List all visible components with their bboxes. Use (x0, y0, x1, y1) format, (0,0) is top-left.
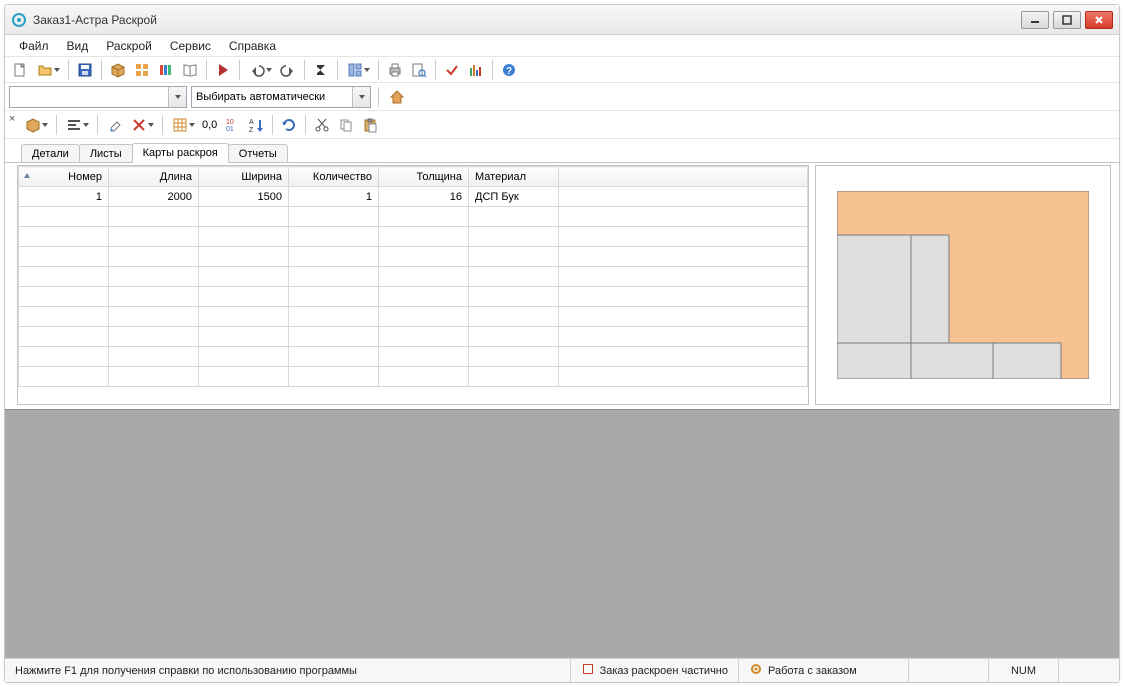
svg-text:10: 10 (226, 119, 234, 126)
sigma-icon[interactable] (310, 59, 332, 81)
svg-text:?: ? (506, 66, 512, 77)
col-length[interactable]: Длина (109, 167, 199, 187)
title-bar: Заказ1-Астра Раскрой (5, 5, 1119, 35)
open-icon[interactable] (33, 59, 63, 81)
close-button[interactable] (1085, 11, 1113, 29)
grid-icon[interactable] (131, 59, 153, 81)
app-icon (11, 12, 27, 28)
bars-icon[interactable] (465, 59, 487, 81)
tab-details[interactable]: Детали (21, 144, 80, 163)
table-row (19, 327, 808, 347)
table-row (19, 247, 808, 267)
col-thickness[interactable]: Толщина (379, 167, 469, 187)
status-cutting: Заказ раскроен частично (571, 659, 739, 682)
main-toolbar: ? (5, 57, 1119, 83)
redo-icon[interactable] (277, 59, 299, 81)
copy-icon[interactable] (335, 114, 357, 136)
svg-text:A: A (249, 119, 254, 126)
table-row (19, 227, 808, 247)
preview-icon[interactable] (408, 59, 430, 81)
align-icon[interactable] (62, 114, 92, 136)
filter-toolbar: Выбирать автоматически (5, 83, 1119, 111)
status-empty2 (1059, 659, 1119, 682)
status-mode: Работа с заказом (739, 659, 909, 682)
app-window: Заказ1-Астра Раскрой Файл Вид Раскрой Се… (4, 4, 1120, 683)
status-bar: Нажмите F1 для получения справки по испо… (5, 658, 1119, 682)
tab-reports[interactable]: Отчеты (228, 144, 288, 163)
home-icon[interactable] (386, 86, 408, 108)
table-row (19, 267, 808, 287)
table-icon[interactable] (168, 114, 198, 136)
save-icon[interactable] (74, 59, 96, 81)
work-area: Номер Длина Ширина Количество Толщина Ма… (5, 163, 1119, 409)
table-row[interactable]: 1 2000 1500 1 16 ДСП Бук (19, 187, 808, 207)
decimals-icon[interactable]: 1001 (221, 114, 243, 136)
new-icon[interactable] (9, 59, 31, 81)
menu-cutting[interactable]: Раскрой (98, 37, 160, 55)
window-title: Заказ1-Астра Раскрой (33, 13, 157, 27)
menu-view[interactable]: Вид (59, 37, 97, 55)
table-row (19, 287, 808, 307)
table-row (19, 367, 808, 387)
tabs: Детали Листы Карты раскроя Отчеты (5, 139, 1119, 163)
col-width[interactable]: Ширина (199, 167, 289, 187)
minimize-button[interactable] (1021, 11, 1049, 29)
box-icon[interactable] (107, 59, 129, 81)
sort-az-icon[interactable]: AZ (245, 114, 267, 136)
col-qty[interactable]: Количество (289, 167, 379, 187)
col-material[interactable]: Материал (469, 167, 559, 187)
combo-mode-value: Выбирать автоматически (196, 91, 325, 103)
panel-close-icon[interactable]: × (9, 113, 19, 125)
refresh-icon[interactable] (278, 114, 300, 136)
gear-icon (749, 662, 763, 679)
menu-service[interactable]: Сервис (162, 37, 219, 55)
chevron-down-icon (168, 87, 186, 107)
cut-icon[interactable] (311, 114, 333, 136)
status-empty1 (909, 659, 989, 682)
col-number[interactable]: Номер (19, 167, 109, 187)
maximize-button[interactable] (1053, 11, 1081, 29)
delete-icon[interactable] (127, 114, 157, 136)
cutting-table[interactable]: Номер Длина Ширина Количество Толщина Ма… (18, 166, 808, 387)
chevron-down-icon (352, 87, 370, 107)
combo-mode[interactable]: Выбирать автоматически (191, 86, 371, 108)
table-row (19, 347, 808, 367)
eraser-icon[interactable] (103, 114, 125, 136)
print-icon[interactable] (384, 59, 406, 81)
help-icon[interactable]: ? (498, 59, 520, 81)
preview-pane (815, 165, 1111, 405)
tab-sheets[interactable]: Листы (79, 144, 133, 163)
book-red-icon (581, 662, 595, 679)
undo-icon[interactable] (245, 59, 275, 81)
books-icon[interactable] (155, 59, 177, 81)
precision-label: 0,0 (200, 119, 219, 131)
menu-bar: Файл Вид Раскрой Сервис Справка (5, 35, 1119, 57)
status-numlock: NUM (989, 659, 1059, 682)
run-icon[interactable] (212, 59, 234, 81)
boxes-icon[interactable] (21, 114, 51, 136)
paste-icon[interactable] (359, 114, 381, 136)
edit-toolbar: × 0,0 1001 AZ (5, 111, 1119, 139)
book-open-icon[interactable] (179, 59, 201, 81)
svg-text:01: 01 (226, 126, 234, 133)
col-spacer (559, 167, 808, 187)
lower-panel (5, 409, 1119, 658)
table-row (19, 307, 808, 327)
svg-text:Z: Z (249, 127, 254, 133)
menu-help[interactable]: Справка (221, 37, 284, 55)
table-pane: Номер Длина Ширина Количество Толщина Ма… (17, 165, 809, 405)
sort-asc-icon (23, 171, 31, 183)
tab-cutting-maps[interactable]: Карты раскроя (132, 143, 229, 163)
check-icon[interactable] (441, 59, 463, 81)
table-row (19, 207, 808, 227)
layout-icon[interactable] (343, 59, 373, 81)
menu-file[interactable]: Файл (11, 37, 57, 55)
status-hint: Нажмите F1 для получения справки по испо… (5, 659, 571, 682)
combo-material[interactable] (9, 86, 187, 108)
cutting-preview-icon (837, 191, 1089, 379)
